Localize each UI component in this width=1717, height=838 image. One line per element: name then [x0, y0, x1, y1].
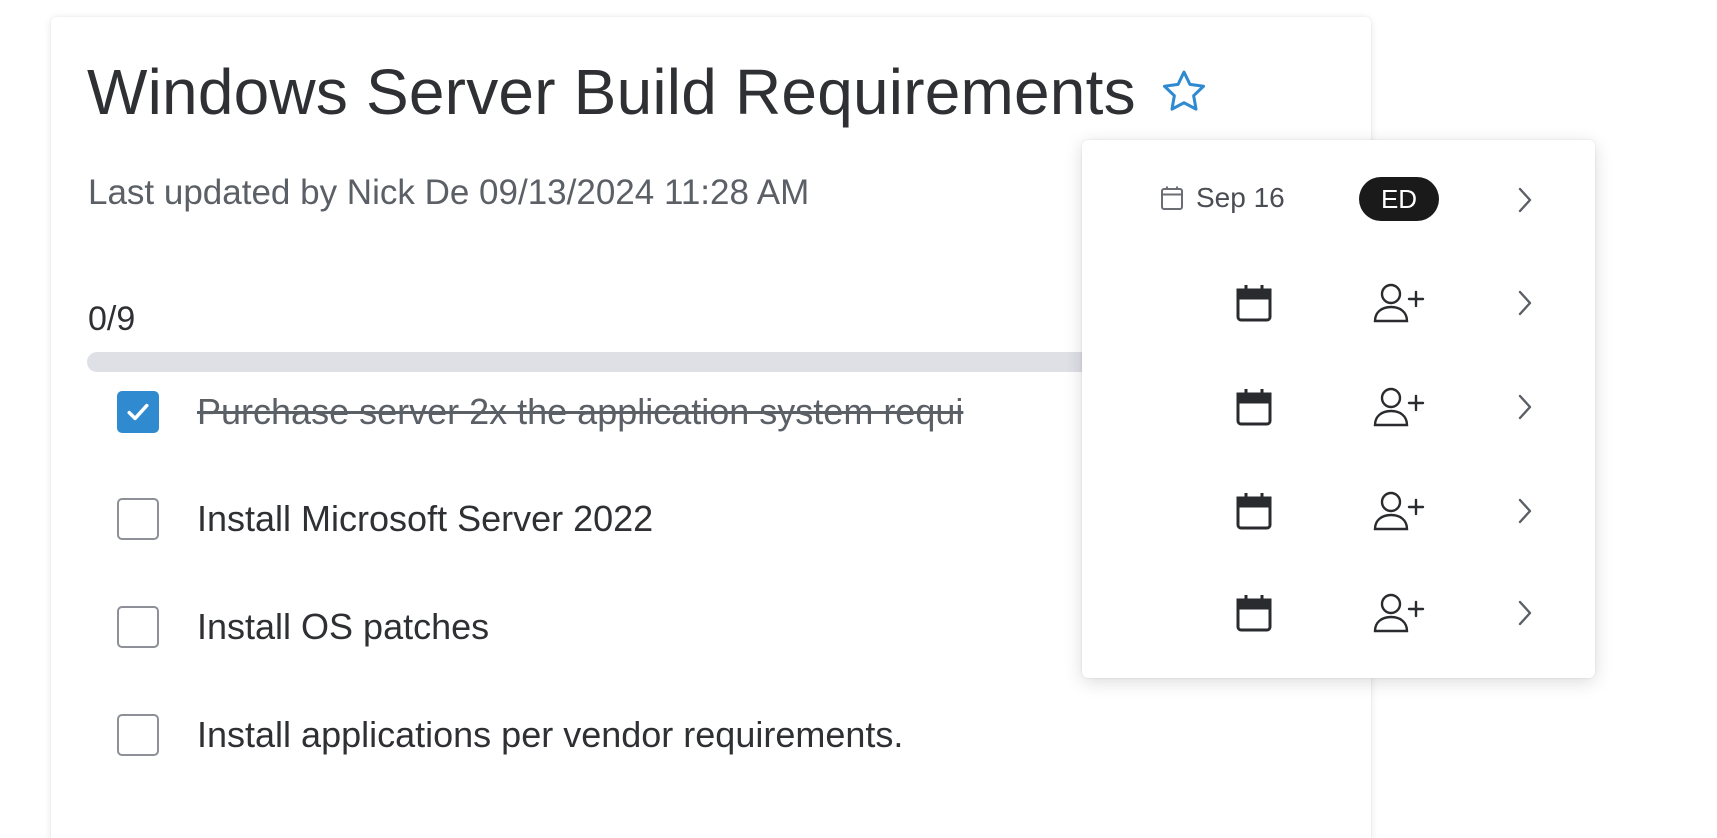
add-user-icon[interactable] [1369, 384, 1429, 430]
page-title: Windows Server Build Requirements [87, 56, 1136, 128]
add-user-icon[interactable] [1369, 280, 1429, 326]
task-text: Install OS patches [197, 606, 490, 647]
calendar-small-icon [1161, 186, 1183, 210]
chevron-right-icon[interactable] [1507, 182, 1541, 218]
task-checkbox[interactable] [117, 391, 159, 433]
progress-bar [87, 352, 1127, 372]
calendar-icon[interactable] [1232, 489, 1276, 533]
chevron-right-icon[interactable] [1507, 389, 1541, 425]
task-text: Install applications per vendor requirem… [197, 714, 904, 755]
popover-row [1082, 273, 1595, 333]
chevron-right-icon[interactable] [1507, 285, 1541, 321]
page: Windows Server Build Requirements Last u… [0, 0, 1717, 838]
due-date-label: Sep 16 [1196, 182, 1285, 213]
task-item[interactable]: Install Microsoft Server 2022 [117, 498, 653, 540]
chevron-right-icon[interactable] [1507, 493, 1541, 529]
popover-row [1082, 377, 1595, 437]
calendar-icon[interactable] [1232, 385, 1276, 429]
task-text: Purchase server 2x the application syste… [197, 391, 964, 432]
last-updated-text: Last updated by Nick De 09/13/2024 11:28… [88, 173, 810, 212]
task-item[interactable]: Install applications per vendor requirem… [117, 714, 903, 756]
add-user-icon[interactable] [1369, 488, 1429, 534]
assignee-avatar[interactable]: ED [1359, 177, 1439, 221]
task-item[interactable]: Purchase server 2x the application syste… [117, 391, 963, 433]
popover-row [1082, 481, 1595, 541]
calendar-icon[interactable] [1232, 281, 1276, 325]
task-checkbox[interactable] [117, 498, 159, 540]
task-checkbox[interactable] [117, 606, 159, 648]
chevron-right-icon[interactable] [1507, 595, 1541, 631]
checkmark-icon [127, 403, 149, 421]
task-actions-popover: Sep 16 ED [1082, 140, 1595, 678]
popover-row: Sep 16 ED [1082, 170, 1595, 230]
task-checkbox[interactable] [117, 714, 159, 756]
add-user-icon[interactable] [1369, 590, 1429, 636]
star-icon[interactable] [1158, 66, 1210, 118]
task-text: Install Microsoft Server 2022 [197, 498, 654, 539]
calendar-icon[interactable] [1232, 591, 1276, 635]
task-item[interactable]: Install OS patches [117, 606, 489, 648]
due-date-chip[interactable]: Sep 16 [1160, 182, 1285, 214]
progress-count: 0/9 [88, 300, 136, 338]
title-row: Windows Server Build Requirements [87, 55, 1210, 129]
popover-row [1082, 583, 1595, 643]
